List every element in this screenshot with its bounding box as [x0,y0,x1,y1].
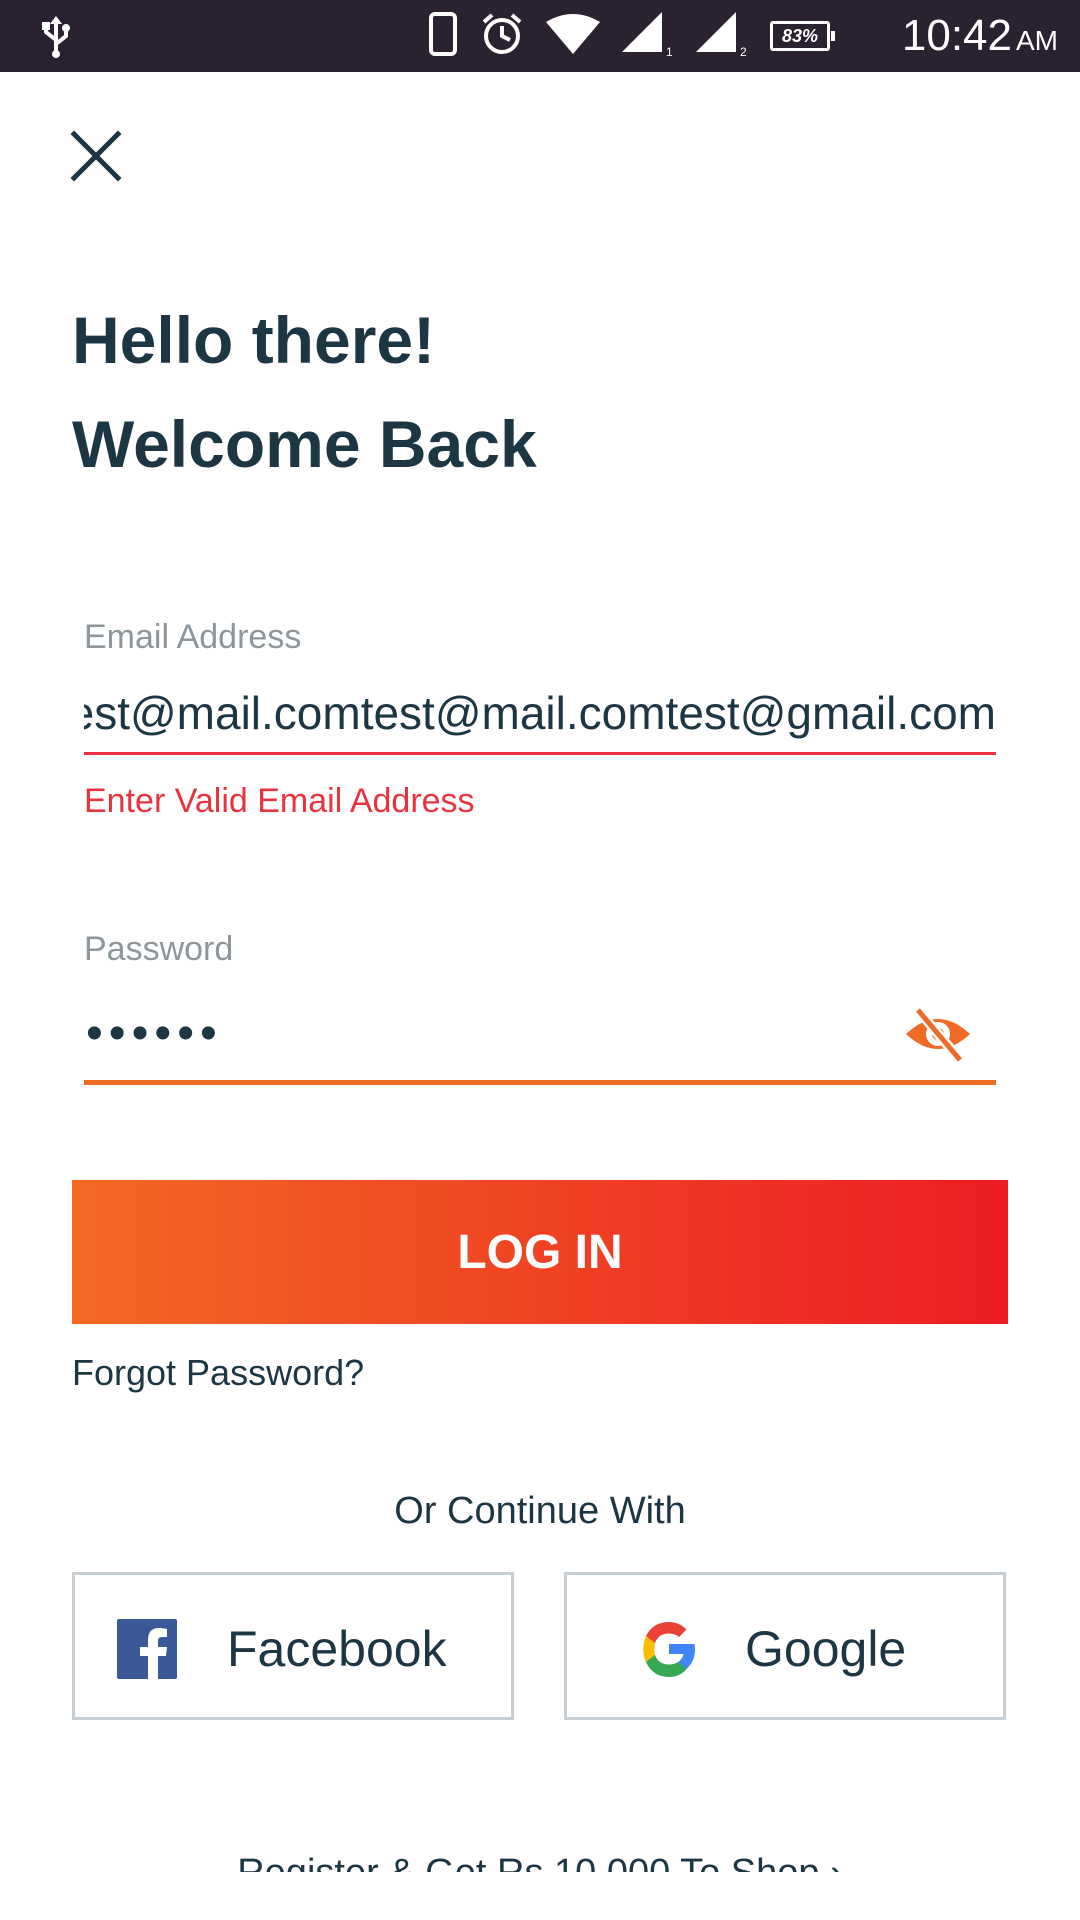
forgot-password-link[interactable]: Forgot Password? [72,1352,364,1394]
google-label: Google [745,1621,907,1677]
usb-icon [38,14,74,63]
eye-off-icon [906,1006,970,1064]
facebook-label: Facebook [227,1621,447,1677]
password-input[interactable]: •••••• [86,1006,223,1061]
google-icon [639,1619,699,1679]
battery-icon: 83% [770,21,835,51]
status-bar: 1 2 83% 10:42 AM [0,0,1080,72]
continue-with-label: Or Continue With [394,1490,686,1532]
register-text: Register & Get Rs 10,000 To Shop › [0,1852,1080,1872]
status-clock: 10:42 AM [902,10,1058,67]
password-label: Password [84,930,234,968]
facebook-icon [117,1619,177,1679]
greeting-heading: Hello there! [72,303,436,377]
email-label: Email Address [84,618,302,656]
close-button[interactable] [68,128,124,184]
password-visibility-toggle[interactable] [904,1004,972,1064]
clock-time: 10:42 [901,11,1012,60]
email-field[interactable]: test@mail.comtest@mail.comtest@gmail.com [84,680,996,755]
clock-ampm: AM [1016,25,1058,56]
signal-sim2-icon: 2 [696,11,748,61]
email-error-message: Enter Valid Email Address [84,782,475,820]
alarm-icon [480,12,524,61]
register-link[interactable]: Register & Get Rs 10,000 To Shop › [0,1848,1080,1872]
facebook-login-button[interactable]: Facebook [72,1572,514,1720]
svg-text:2: 2 [740,45,747,56]
status-icons: 1 2 83% [428,11,835,62]
email-input[interactable]: test@mail.comtest@mail.comtest@gmail.com [84,686,996,740]
close-icon [70,130,122,182]
phone-icon [428,11,458,62]
svg-text:1: 1 [666,45,673,56]
google-login-button[interactable]: Google [564,1572,1006,1720]
wifi-icon [546,13,600,59]
signal-sim1-icon: 1 [622,11,674,61]
welcome-heading: Welcome Back [72,407,537,481]
password-field[interactable]: •••••• [84,990,996,1085]
login-button[interactable]: LOG IN [72,1180,1008,1324]
